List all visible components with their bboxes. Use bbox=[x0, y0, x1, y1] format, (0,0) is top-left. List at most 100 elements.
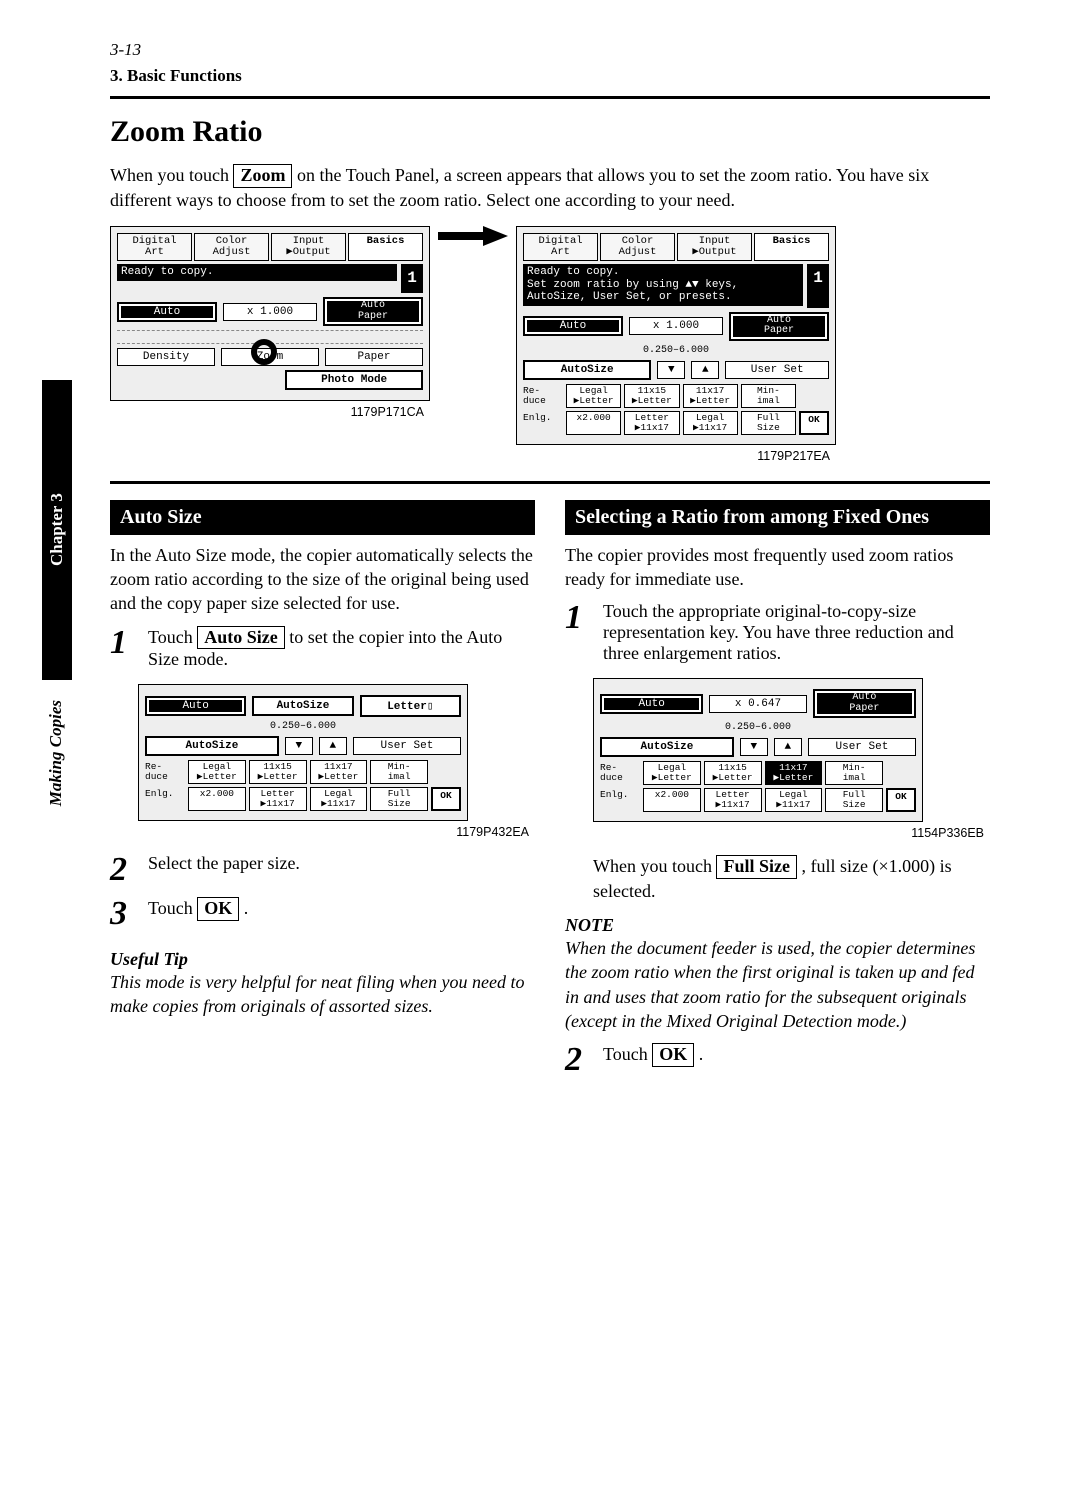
step-body: Touch OK . bbox=[603, 1043, 990, 1077]
note-heading: NOTE bbox=[565, 915, 990, 936]
autosize-button[interactable]: AutoSize bbox=[600, 737, 734, 757]
reduce-label: Re- duce bbox=[145, 760, 185, 784]
breadcrumb: 3. Basic Functions bbox=[110, 66, 990, 86]
enlarge-chip[interactable]: x2.000 bbox=[643, 788, 701, 812]
page-number: 3-13 bbox=[110, 40, 990, 60]
zoom-down-button[interactable]: ▼ bbox=[740, 738, 768, 756]
enlarge-label: Enlg. bbox=[145, 787, 185, 811]
auto-pill[interactable]: Auto bbox=[117, 302, 217, 322]
zoom-button[interactable]: Zoom bbox=[221, 348, 319, 366]
reduce-chip[interactable]: 11x15 ▶Letter bbox=[624, 384, 679, 408]
zoom-range: 0.250–6.000 bbox=[600, 722, 916, 733]
enlarge-chip[interactable]: Letter ▶11x17 bbox=[704, 788, 762, 812]
top-figures: Digital Art Color Adjust Input ▶Output B… bbox=[110, 226, 990, 477]
page-title: Zoom Ratio bbox=[110, 115, 990, 149]
step-number: 1 bbox=[110, 626, 134, 671]
note-text: When the document feeder is used, the co… bbox=[565, 936, 990, 1033]
auto-paper-pill[interactable]: Auto Paper bbox=[323, 297, 423, 326]
enlarge-chip[interactable]: Letter ▶11x17 bbox=[624, 411, 679, 435]
zoom-button-ref: Zoom bbox=[233, 164, 292, 188]
user-set-button[interactable]: User Set bbox=[353, 737, 461, 755]
fixed-ratio-heading: Selecting a Ratio from among Fixed Ones bbox=[565, 500, 990, 535]
reduce-chip[interactable]: Legal ▶Letter bbox=[643, 761, 701, 785]
enlarge-chip[interactable]: Legal ▶11x17 bbox=[683, 411, 738, 435]
enlarge-chip[interactable]: x2.000 bbox=[566, 411, 621, 435]
tab-color-adjust[interactable]: Color Adjust bbox=[600, 233, 675, 261]
reduce-chip[interactable]: 11x15 ▶Letter bbox=[704, 761, 762, 785]
auto-size-section: Auto Size In the Auto Size mode, the cop… bbox=[110, 500, 535, 1088]
enlarge-chip[interactable]: Legal ▶11x17 bbox=[310, 787, 368, 811]
auto-pill[interactable]: Auto bbox=[145, 696, 246, 716]
step-body: Select the paper size. bbox=[148, 853, 535, 887]
copy-count: 1 bbox=[401, 264, 423, 293]
zoom-up-button[interactable]: ▲ bbox=[319, 737, 347, 755]
zoom-up-button[interactable]: ▲ bbox=[774, 738, 802, 756]
tab-input-output[interactable]: Input ▶Output bbox=[677, 233, 752, 261]
reduce-chip-selected[interactable]: 11x17 ▶Letter bbox=[765, 761, 823, 785]
user-set-button[interactable]: User Set bbox=[725, 361, 829, 379]
tab-basics[interactable]: Basics bbox=[348, 233, 423, 261]
copy-count: 1 bbox=[807, 264, 829, 308]
status-line: Ready to copy. Set zoom ratio by using ▲… bbox=[523, 264, 803, 306]
enlarge-chip[interactable]: Full Size bbox=[825, 788, 883, 812]
reduce-chip[interactable]: Min- imal bbox=[825, 761, 883, 785]
enlarge-chip[interactable]: Letter ▶11x17 bbox=[249, 787, 307, 811]
step-body: Touch Auto Size to set the copier into t… bbox=[148, 626, 535, 671]
figure-caption: 1154P336EB bbox=[593, 826, 984, 840]
reduce-chip[interactable]: Legal ▶Letter bbox=[566, 384, 621, 408]
reduce-label: Re- duce bbox=[600, 761, 640, 785]
useful-tip-text: This mode is very helpful for neat filin… bbox=[110, 970, 535, 1019]
useful-tip-heading: Useful Tip bbox=[110, 949, 535, 970]
ok-button[interactable]: OK bbox=[431, 787, 461, 811]
reduce-chip[interactable]: Min- imal bbox=[370, 760, 428, 784]
user-set-button[interactable]: User Set bbox=[808, 738, 916, 756]
zoom-range: 0.250–6.000 bbox=[523, 345, 829, 356]
enlarge-chip[interactable]: Full Size bbox=[741, 411, 796, 435]
auto-pill[interactable]: Auto bbox=[523, 316, 623, 336]
ok-button[interactable]: OK bbox=[799, 411, 829, 435]
reduce-chip[interactable]: Legal ▶Letter bbox=[188, 760, 246, 784]
auto-size-text: In the Auto Size mode, the copier automa… bbox=[110, 543, 535, 616]
enlarge-chip[interactable]: Legal ▶11x17 bbox=[765, 788, 823, 812]
header-rule bbox=[110, 96, 990, 99]
zoom-up-button[interactable]: ▲ bbox=[691, 361, 719, 379]
reduce-chip[interactable]: 11x15 ▶Letter bbox=[249, 760, 307, 784]
step-body: Touch OK . bbox=[148, 897, 535, 931]
tab-color-adjust[interactable]: Color Adjust bbox=[194, 233, 269, 261]
zoom-display: x 0.647 bbox=[709, 695, 806, 713]
fixed-ratio-section: Selecting a Ratio from among Fixed Ones … bbox=[565, 500, 990, 1088]
enlarge-chip[interactable]: Full Size bbox=[370, 787, 428, 811]
auto-pill[interactable]: Auto bbox=[600, 694, 703, 714]
autosize-display: AutoSize bbox=[252, 696, 353, 716]
reduce-chip[interactable]: 11x17 ▶Letter bbox=[310, 760, 368, 784]
zoom-down-button[interactable]: ▼ bbox=[285, 737, 313, 755]
paper-button[interactable]: Paper bbox=[325, 348, 423, 366]
reduce-chip[interactable]: Min- imal bbox=[741, 384, 796, 408]
reduce-chip[interactable]: 11x17 ▶Letter bbox=[683, 384, 738, 408]
step-number: 2 bbox=[110, 853, 134, 887]
tab-basics[interactable]: Basics bbox=[754, 233, 829, 261]
ok-button-ref: OK bbox=[197, 897, 239, 921]
ok-button[interactable]: OK bbox=[886, 788, 916, 812]
auto-paper-pill[interactable]: Auto Paper bbox=[729, 312, 829, 341]
touch-panel-basics: Digital Art Color Adjust Input ▶Output B… bbox=[110, 226, 430, 401]
tab-digital-art[interactable]: Digital Art bbox=[523, 233, 598, 261]
reduce-label: Re- duce bbox=[523, 384, 563, 408]
auto-paper-pill[interactable]: Auto Paper bbox=[813, 689, 916, 718]
letter-tab[interactable]: Letter▯ bbox=[360, 695, 461, 717]
full-size-note: When you touch Full Size , full size (×1… bbox=[593, 854, 990, 903]
autosize-button[interactable]: AutoSize bbox=[523, 360, 651, 380]
zoom-display: x 1.000 bbox=[629, 317, 723, 335]
autosize-button[interactable]: AutoSize bbox=[145, 736, 279, 756]
tab-digital-art[interactable]: Digital Art bbox=[117, 233, 192, 261]
zoom-down-button[interactable]: ▼ bbox=[657, 361, 685, 379]
density-button[interactable]: Density bbox=[117, 348, 215, 366]
step-body: Touch the appropriate original-to-copy-s… bbox=[603, 601, 990, 664]
fixed-ratio-panel: Auto x 0.647 Auto Paper 0.250–6.000 Auto… bbox=[593, 678, 923, 822]
enlarge-chip[interactable]: x2.000 bbox=[188, 787, 246, 811]
arrow-icon bbox=[438, 226, 508, 246]
touch-panel-zoom: Digital Art Color Adjust Input ▶Output B… bbox=[516, 226, 836, 445]
photo-mode-button[interactable]: Photo Mode bbox=[285, 370, 423, 390]
tab-input-output[interactable]: Input ▶Output bbox=[271, 233, 346, 261]
ok-button-ref: OK bbox=[652, 1043, 694, 1067]
